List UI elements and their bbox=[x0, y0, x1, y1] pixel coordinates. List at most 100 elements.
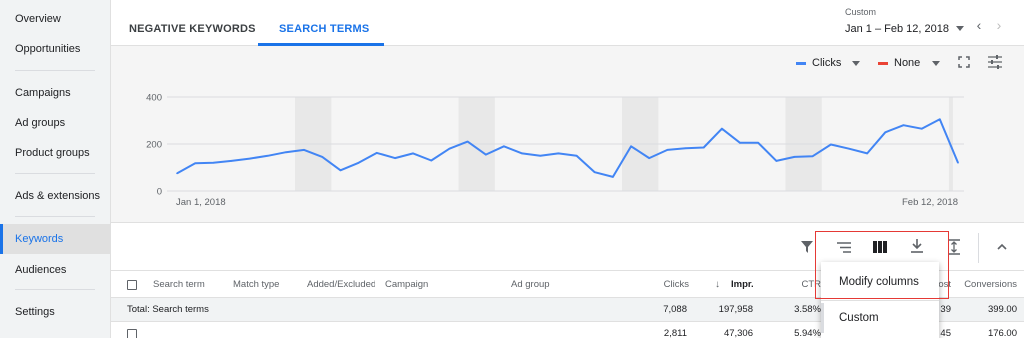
data-point bbox=[285, 151, 287, 154]
clicks-line-chart: 0 200 400 Jan 1, 2018 Feb 12, 2018 bbox=[146, 93, 964, 208]
collapse-icon[interactable] bbox=[997, 243, 1007, 251]
data-point bbox=[375, 152, 378, 154]
tab-negative-keywords[interactable]: NEGATIVE KEYWORDS bbox=[129, 0, 256, 46]
chart-gridlines bbox=[167, 96, 964, 192]
column-header-match-type[interactable]: Match type bbox=[233, 271, 303, 299]
date-range-picker[interactable]: Custom Jan 1 – Feb 12, 2018 bbox=[843, 4, 968, 42]
filter-icon[interactable] bbox=[801, 241, 813, 253]
data-point bbox=[939, 118, 941, 121]
column-header-ad-group[interactable]: Ad group bbox=[511, 271, 631, 299]
sidebar-divider bbox=[15, 216, 95, 217]
data-point bbox=[902, 124, 905, 126]
y-tick-label: 400 bbox=[146, 93, 162, 104]
total-ctr: 3.58% bbox=[794, 304, 821, 315]
metric-selector-clicks[interactable]: Clicks bbox=[796, 52, 864, 74]
column-header-conversions[interactable]: Conversions bbox=[959, 271, 1017, 299]
data-point bbox=[920, 127, 923, 130]
adjust-icon[interactable] bbox=[987, 54, 1003, 70]
column-header-campaign[interactable]: Campaign bbox=[385, 271, 505, 299]
segment-icon[interactable] bbox=[837, 242, 851, 253]
metric-color-swatch bbox=[878, 62, 888, 65]
data-point bbox=[484, 153, 487, 156]
data-point bbox=[721, 127, 723, 130]
data-point bbox=[739, 142, 741, 144]
sidebar-item-opportunities[interactable]: Opportunities bbox=[0, 34, 110, 64]
main-content: NEGATIVE KEYWORDS SEARCH TERMS Custom Ja… bbox=[111, 0, 1024, 338]
chevron-right-icon[interactable]: › bbox=[990, 16, 1008, 34]
total-impr: 197,958 bbox=[718, 304, 753, 315]
columns-icon[interactable] bbox=[873, 241, 887, 253]
data-point bbox=[575, 154, 578, 157]
sort-descending-icon: ↓ bbox=[715, 279, 720, 290]
data-point bbox=[539, 154, 542, 157]
data-point bbox=[212, 162, 215, 164]
data-point bbox=[775, 160, 778, 162]
total-conversions: 399.00 bbox=[987, 304, 1017, 315]
metric-name: None bbox=[894, 57, 921, 69]
sidebar-item-ad-groups[interactable]: Ad groups bbox=[0, 108, 110, 138]
data-point bbox=[357, 162, 360, 164]
menu-item-modify-columns[interactable]: Modify columns bbox=[821, 267, 939, 297]
y-tick-label: 0 bbox=[157, 187, 162, 198]
select-all-checkbox[interactable] bbox=[127, 280, 137, 290]
data-point bbox=[666, 149, 669, 151]
menu-item-custom[interactable]: Custom bbox=[821, 303, 939, 333]
column-header-search-term[interactable]: Search term bbox=[153, 271, 228, 299]
caret-down-icon bbox=[932, 61, 940, 66]
data-point bbox=[884, 131, 887, 134]
data-point bbox=[648, 157, 651, 159]
column-header-added-excluded[interactable]: Added/Excluded bbox=[307, 271, 375, 299]
expand-icon[interactable] bbox=[948, 239, 960, 255]
sidebar-item-product-groups[interactable]: Product groups bbox=[0, 138, 110, 168]
sidebar-item-audiences[interactable]: Audiences bbox=[0, 255, 110, 285]
data-point bbox=[303, 149, 305, 151]
row-conversions: 176.00 bbox=[987, 328, 1017, 338]
chevron-left-icon[interactable]: ‹ bbox=[970, 16, 988, 34]
sidebar-item-keywords[interactable]: Keywords bbox=[0, 224, 110, 254]
column-header-clicks[interactable]: Clicks bbox=[641, 271, 689, 299]
data-point bbox=[957, 162, 959, 164]
data-point bbox=[321, 156, 324, 158]
sidebar-item-settings[interactable]: Settings bbox=[0, 297, 110, 327]
data-point bbox=[684, 147, 687, 150]
data-point bbox=[521, 152, 523, 155]
caret-down-icon bbox=[852, 61, 860, 66]
data-point bbox=[339, 169, 342, 172]
metric-color-swatch bbox=[796, 62, 806, 65]
menu-divider bbox=[821, 300, 939, 301]
metric-name: Clicks bbox=[812, 57, 842, 69]
sidebar-item-ads-extensions[interactable]: Ads & extensions bbox=[0, 181, 110, 211]
data-point bbox=[866, 152, 868, 155]
data-point bbox=[811, 155, 814, 158]
column-header-ctr[interactable]: CTR bbox=[791, 271, 821, 299]
column-header-impr[interactable]: Impr. bbox=[731, 271, 781, 299]
data-point bbox=[248, 157, 251, 160]
columns-dropdown-menu: Modify columns Custom bbox=[821, 262, 939, 338]
total-label: Total: Search terms bbox=[127, 304, 209, 315]
date-range-value: Jan 1 – Feb 12, 2018 bbox=[845, 23, 949, 35]
data-point bbox=[757, 142, 760, 144]
sidebar-item-overview[interactable]: Overview bbox=[0, 4, 110, 34]
x-axis-labels: Jan 1, 2018 Feb 12, 2018 bbox=[176, 197, 958, 208]
sidebar-divider bbox=[15, 70, 95, 71]
row-checkbox[interactable] bbox=[127, 329, 137, 338]
sidebar-divider bbox=[15, 173, 95, 174]
row-clicks: 2,811 bbox=[663, 328, 687, 338]
data-point bbox=[593, 171, 596, 173]
date-range-label: Custom bbox=[845, 7, 877, 17]
sidebar-nav: Overview Opportunities Campaigns Ad grou… bbox=[0, 0, 111, 338]
data-point bbox=[612, 176, 614, 178]
row-impr: 47,306 bbox=[723, 328, 753, 338]
download-icon[interactable] bbox=[911, 239, 923, 253]
row-ctr: 5.94% bbox=[794, 328, 821, 338]
active-tab-indicator bbox=[258, 43, 384, 46]
tab-search-terms[interactable]: SEARCH TERMS bbox=[279, 0, 369, 46]
data-point bbox=[848, 147, 850, 150]
data-point bbox=[557, 152, 560, 155]
fullscreen-icon[interactable] bbox=[958, 56, 970, 68]
data-point bbox=[448, 147, 451, 150]
sidebar-item-campaigns[interactable]: Campaigns bbox=[0, 78, 110, 108]
metric-selector-none[interactable]: None bbox=[878, 52, 944, 74]
caret-down-icon bbox=[956, 26, 964, 31]
data-point bbox=[830, 143, 832, 146]
